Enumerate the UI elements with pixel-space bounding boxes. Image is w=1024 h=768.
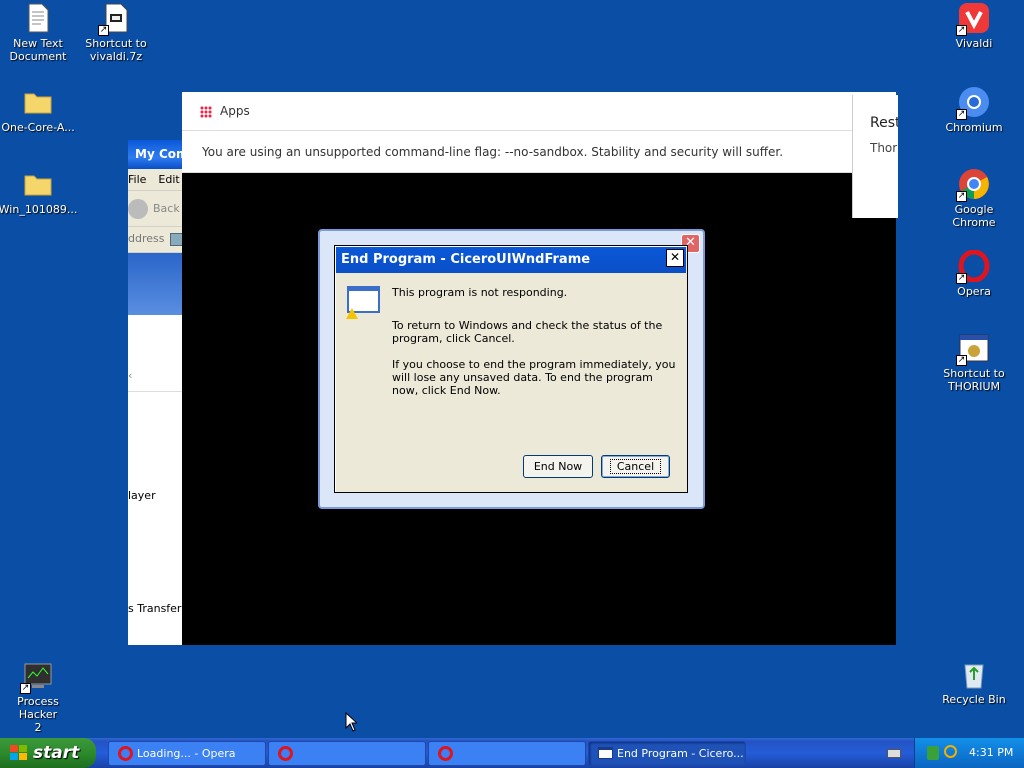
text-document-icon xyxy=(22,2,54,34)
warning-icon xyxy=(346,308,358,319)
menu-file[interactable]: File xyxy=(128,173,146,186)
desktop-icon-label: Opera xyxy=(957,285,991,298)
desktop-icon-one-core-folder[interactable]: One-Core-A... xyxy=(0,86,78,134)
desktop-icon-shortcut-thorium[interactable]: ↗ Shortcut to THORIUM xyxy=(934,332,1014,393)
restore-popup-subtitle: Thori xyxy=(870,141,898,155)
window-icon xyxy=(598,747,613,759)
keyboard-icon[interactable] xyxy=(887,749,901,758)
pane-divider xyxy=(128,391,183,392)
restore-pages-popup[interactable]: Rest Thori xyxy=(852,95,898,218)
desktop-icon-shortcut-vivaldi-7z[interactable]: ↗ Shortcut to vivaldi.7z xyxy=(76,2,156,63)
my-computer-title[interactable]: My Com xyxy=(128,140,183,169)
pane-item[interactable]: s Transfer xyxy=(128,602,181,615)
apps-bookmark[interactable]: Apps xyxy=(220,104,250,118)
desktop-icon-opera[interactable]: ↗ Opera xyxy=(934,249,1014,298)
opera-icon xyxy=(278,746,293,761)
shortcut-arrow-icon: ↗ xyxy=(98,25,109,36)
search-icon[interactable] xyxy=(944,745,957,758)
shortcut-arrow-icon: ↗ xyxy=(956,273,967,284)
my-computer-menubar: File Edit xyxy=(128,169,183,191)
desktop-icon-label: Chromium xyxy=(945,121,1003,134)
mouse-cursor-icon xyxy=(345,712,357,732)
opera-icon xyxy=(438,746,453,761)
folder-icon xyxy=(22,168,54,200)
system-tray: 4:31 PM xyxy=(914,738,1024,768)
desktop-icon-google-chrome[interactable]: ↗ Google Chrome xyxy=(934,168,1014,229)
start-label: start xyxy=(33,743,80,763)
desktop-icon-vivaldi[interactable]: ↗ Vivaldi xyxy=(934,2,1014,50)
end-program-dialog[interactable]: End Program - CiceroUIWndFrame ✕ This pr… xyxy=(334,245,688,493)
archive-file-icon: ↗ xyxy=(98,2,132,36)
address-label: ddress xyxy=(128,232,165,245)
process-hacker-icon: ↗ xyxy=(20,660,54,694)
chromium-icon: ↗ xyxy=(956,86,990,120)
taskbar-button-opera-loading[interactable]: Loading... - Opera xyxy=(108,741,266,766)
vivaldi-icon: ↗ xyxy=(956,2,990,36)
desktop-icon-chromium[interactable]: ↗ Chromium xyxy=(934,86,1014,134)
restore-popup-title: Rest xyxy=(870,115,898,131)
cancel-button-label: Cancel xyxy=(609,459,662,474)
dialog-title[interactable]: End Program - CiceroUIWndFrame xyxy=(336,247,686,273)
menu-edit[interactable]: Edit xyxy=(158,173,179,186)
desktop-icon-label: Shortcut to vivaldi.7z xyxy=(85,37,147,63)
desktop-icon-label: One-Core-A... xyxy=(1,121,75,134)
desktop-icon-recycle-bin[interactable]: Recycle Bin xyxy=(934,658,1014,706)
taskbar-button-opera[interactable] xyxy=(428,741,586,766)
pane-item[interactable]: layer xyxy=(128,489,156,502)
taskbar-button-end-program[interactable]: End Program - Cicero... xyxy=(588,741,746,766)
network-icon[interactable] xyxy=(927,746,939,760)
dialog-message: This program is not responding. To retur… xyxy=(392,286,677,410)
back-arrow-icon xyxy=(128,199,148,219)
back-button[interactable]: Back xyxy=(153,202,180,215)
unsupported-flag-infobar: You are using an unsupported command-lin… xyxy=(182,131,896,173)
taskbar-button-label: End Program - Cicero... xyxy=(617,747,744,760)
google-chrome-icon: ↗ xyxy=(956,168,990,202)
opera-icon xyxy=(118,746,133,761)
taskbar: start Loading... - Opera End Program - C… xyxy=(0,738,1024,768)
clock[interactable]: 4:31 PM xyxy=(969,738,1013,768)
desktop-icon-label: Process Hacker 2 xyxy=(17,695,59,734)
desktop-icon-process-hacker[interactable]: ↗ Process Hacker 2 xyxy=(0,660,78,734)
desktop-icon-label: Win_101089... xyxy=(0,203,78,216)
desktop-icon-win-folder[interactable]: Win_101089... xyxy=(0,168,78,216)
apps-grid-icon xyxy=(200,105,212,118)
end-now-button[interactable]: End Now xyxy=(523,455,593,478)
recycle-bin-icon xyxy=(958,658,990,690)
my-computer-toolbar: Back xyxy=(128,191,183,227)
not-responding-window-icon xyxy=(346,286,380,319)
thorium-app-icon: ↗ xyxy=(956,332,990,366)
desktop-icon-label: Vivaldi xyxy=(955,37,993,50)
opera-icon: ↗ xyxy=(956,249,990,284)
dialog-message-not-responding: This program is not responding. xyxy=(392,286,568,299)
start-button[interactable]: start xyxy=(0,738,96,768)
shortcut-arrow-icon: ↗ xyxy=(20,683,31,694)
desktop-icon-new-text-document[interactable]: New Text Document xyxy=(0,2,78,63)
shortcut-arrow-icon: ↗ xyxy=(956,191,967,202)
windows-logo-icon xyxy=(10,745,28,761)
taskbar-button-opera[interactable] xyxy=(268,741,426,766)
desktop-icon-label: New Text Document xyxy=(9,37,67,63)
folder-icon xyxy=(22,86,54,118)
my-computer-task-pane: ‹ layer s Transfer xyxy=(128,315,183,645)
dialog-close-button[interactable]: ✕ xyxy=(666,249,684,267)
bookmarks-bar: Apps xyxy=(182,92,896,131)
shortcut-arrow-icon: ↗ xyxy=(956,25,967,36)
cancel-button[interactable]: Cancel xyxy=(601,455,670,478)
shortcut-arrow-icon: ↗ xyxy=(956,109,967,120)
shortcut-arrow-icon: ↗ xyxy=(956,355,967,366)
desktop-icon-label: Shortcut to THORIUM xyxy=(943,367,1005,393)
taskbar-button-label: Loading... - Opera xyxy=(137,747,236,760)
desktop-icon-label: Recycle Bin xyxy=(942,693,1006,706)
infobar-message: You are using an unsupported command-lin… xyxy=(202,145,784,159)
my-computer-address-bar: ddress xyxy=(128,227,183,253)
pane-marker: ‹ xyxy=(128,369,133,382)
desktop-icon-label: Google Chrome xyxy=(952,203,996,229)
my-computer-header-band xyxy=(128,253,183,315)
my-computer-window[interactable]: My Com File Edit Back ddress ‹ layer s Tr… xyxy=(128,140,184,645)
dialog-message-end-now-hint: If you choose to end the program immedia… xyxy=(392,358,676,397)
dialog-message-cancel-hint: To return to Windows and check the statu… xyxy=(392,319,663,345)
